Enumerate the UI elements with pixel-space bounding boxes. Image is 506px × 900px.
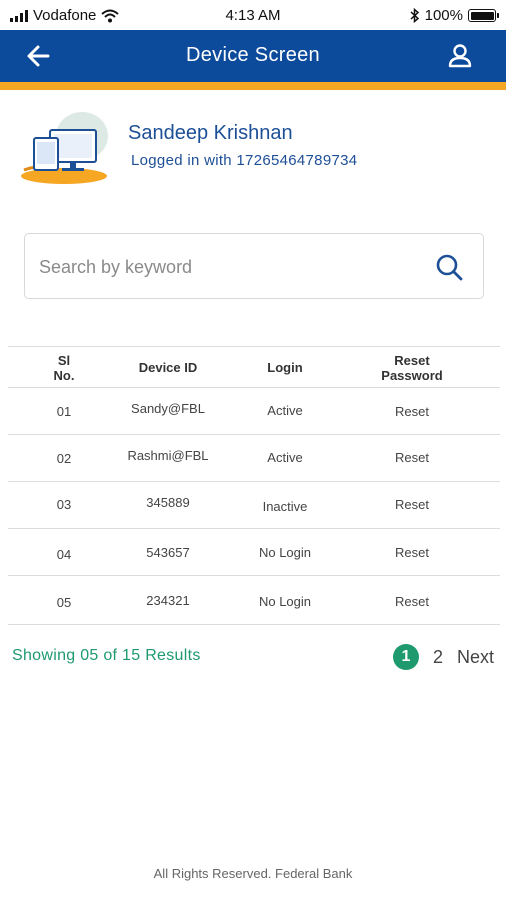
header-sl-no: Sl No. [34,353,94,383]
header-accent-bar [0,82,506,90]
row-sl: 05 [56,595,72,610]
row-device-id: 543657 [146,545,190,560]
search-button[interactable] [433,251,465,283]
status-bar: Vodafone 4:13 AM 100% [0,0,506,30]
row-device-id: Rashmi@FBL [127,448,209,463]
row-sl: 03 [56,497,72,512]
header-login: Login [267,360,303,375]
app-header: Device Screen [0,30,506,82]
page-1-button[interactable]: 1 [392,644,419,670]
header-sl-line1: Sl [57,353,71,368]
row-login-status: No Login [258,594,312,609]
profile-button[interactable] [444,40,476,72]
user-name: Sandeep Krishnan [128,122,293,144]
row-device-id: 345889 [146,495,190,510]
reset-button[interactable]: Reset [352,497,472,512]
row-login-status: Active [267,450,303,465]
device-table: Sl No. Device ID Login Reset Password 01… [8,346,500,625]
header-reset-line1: Reset [394,353,430,368]
row-login-status: Active [267,403,303,418]
header-device-id: Device ID [138,360,198,375]
reset-button[interactable]: Reset [352,404,472,419]
row-device-id: 234321 [146,593,190,608]
page-2-button[interactable]: 2 [433,647,443,668]
table-row: 05 234321 No Login Reset [8,576,500,625]
user-icon [448,44,472,68]
reset-button[interactable]: Reset [352,450,472,465]
header-sl-line2: No. [53,368,75,383]
header-reset-line2: Password [381,368,443,383]
device-illustration [20,108,110,188]
table-header-row: Sl No. Device ID Login Reset Password [8,346,500,388]
search-input[interactable] [39,252,419,282]
results-count: Showing 05 of 15 Results [12,647,201,664]
row-device-id: Sandy@FBL [131,401,205,416]
footer-text: All Rights Reserved. Federal Bank [153,866,353,881]
page-title: Device Screen [186,44,320,66]
reset-button[interactable]: Reset [352,545,472,560]
table-row: 03 345889 Inactive Reset [8,482,500,529]
reset-button[interactable]: Reset [352,594,472,609]
search-icon [436,254,463,281]
row-login-status: Inactive [262,499,308,514]
table-row: 01 Sandy@FBL Active Reset [8,388,500,435]
login-info: Logged in with 17265464789734 [131,152,358,169]
status-right: 100% [410,7,499,24]
table-row: 04 543657 No Login Reset [8,529,500,576]
next-page-button[interactable]: Next [457,647,494,668]
row-sl: 02 [56,451,72,466]
table-row: 02 Rashmi@FBL Active Reset [8,435,500,482]
row-sl: 04 [56,547,72,562]
pagination: 1 2 Next [392,644,494,670]
search-box [24,233,484,299]
bluetooth-icon [410,8,419,23]
battery-icon [468,9,499,22]
row-sl: 01 [56,404,72,419]
battery-percent: 100% [424,7,463,24]
header-reset-password: Reset Password [352,353,472,383]
row-login-status: No Login [258,545,312,560]
